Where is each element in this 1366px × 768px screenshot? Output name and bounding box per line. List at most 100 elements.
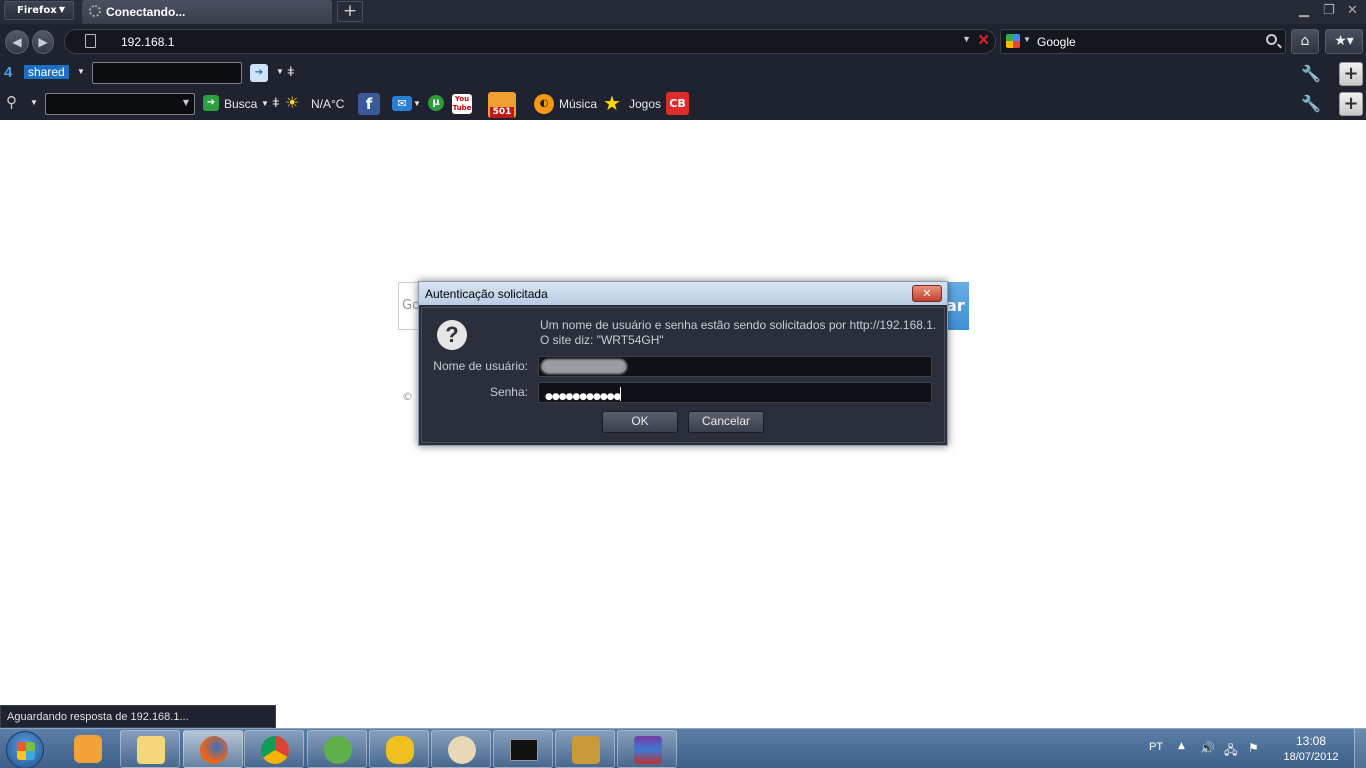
chrome-icon (261, 736, 289, 764)
restore-icon[interactable]: ❐ (1323, 3, 1335, 18)
youtube-icon[interactable]: You Tube (452, 94, 472, 114)
4shared-go-dropdown-icon[interactable]: ▼ (276, 67, 284, 76)
password-label: Senha: (489, 385, 528, 399)
facebook-icon[interactable]: f (358, 93, 380, 115)
forward-button[interactable]: ▶ (32, 30, 54, 54)
taskbar-file-explorer[interactable] (120, 730, 180, 768)
addon-search-input[interactable]: ▼ (45, 93, 195, 115)
taskbar-game[interactable] (555, 730, 615, 768)
url-history-dropdown-icon[interactable]: ▼ (962, 34, 971, 44)
windows-logo-icon (17, 742, 35, 760)
network-icon[interactable]: 🖧 (1224, 741, 1237, 762)
music-label[interactable]: Música (559, 97, 597, 111)
home-button[interactable]: ⌂ (1291, 29, 1319, 54)
media-player-icon (74, 735, 102, 763)
dialog-title-bar[interactable]: Autenticação solicitada ✕ (419, 282, 947, 305)
url-bar[interactable]: 192.168.1 ▼ ✕ (64, 29, 996, 54)
taskbar: PT ▲ 🔊 🖧 ⚑ 13:08 18/07/2012 (0, 728, 1366, 768)
ftp-client-icon (386, 736, 414, 764)
question-icon: ? (437, 320, 467, 350)
minimize-icon[interactable]: ▁ (1299, 3, 1309, 18)
toolbar-add-button[interactable]: + (1339, 92, 1363, 116)
firefox-menu-label: Firefox (17, 5, 57, 16)
winrar-icon (634, 736, 662, 764)
busca-label[interactable]: Busca (224, 97, 257, 111)
email-icon[interactable]: ✉ (392, 96, 412, 111)
games-label[interactable]: Jogos (629, 97, 661, 111)
email-counter-icon[interactable]: 501 (488, 92, 516, 118)
toolbar-add-button[interactable]: + (1339, 62, 1363, 86)
taskbar-winrar[interactable] (617, 730, 677, 768)
google-icon[interactable] (1006, 34, 1020, 48)
username-input[interactable] (538, 356, 932, 377)
star-icon[interactable]: ★ (603, 91, 621, 116)
search-engine-label: Google (1037, 35, 1076, 49)
4shared-toolbar: 4 shared ▼ ➔ ▼ ǂ 🔧 + (0, 59, 1366, 89)
weather-icon[interactable]: ☀ (285, 93, 299, 113)
loading-spinner-icon (89, 5, 101, 17)
ok-button[interactable]: OK (602, 411, 678, 433)
command-prompt-icon (510, 739, 538, 761)
bookmarks-button[interactable]: ★▾ (1325, 29, 1363, 54)
email-count-badge: 501 (490, 107, 514, 118)
show-desktop-button[interactable] (1354, 729, 1366, 768)
page-copyright: © (402, 390, 413, 403)
close-window-icon[interactable]: ✕ (1347, 3, 1358, 18)
4shared-go-icon[interactable]: ➔ (250, 64, 268, 82)
addon-search-dropdown-icon[interactable]: ▼ (183, 98, 189, 107)
search-bar[interactable]: ▼ Google (1000, 29, 1286, 54)
messenger-icon (324, 736, 352, 764)
utorrent-icon[interactable]: µ (428, 95, 444, 111)
tray-expand-icon[interactable]: ▲ (1178, 741, 1185, 751)
taskbar-paint[interactable] (431, 730, 491, 768)
music-icon[interactable]: ◐ (534, 94, 554, 114)
firefox-menu-button[interactable]: Firefox ▼ (4, 1, 74, 20)
4shared-logo[interactable]: shared (24, 65, 69, 79)
clock-time[interactable]: 13:08 (1282, 734, 1340, 748)
taskbar-command-prompt[interactable] (493, 730, 553, 768)
taskbar-chrome[interactable] (244, 730, 304, 768)
4shared-search-input[interactable] (92, 62, 242, 84)
action-center-flag-icon[interactable]: ⚑ (1248, 741, 1259, 755)
taskbar-media-player[interactable] (58, 730, 116, 768)
busca-icon[interactable]: ➔ (203, 95, 219, 111)
magnifier-icon[interactable]: ⚲ (6, 93, 17, 111)
volume-icon[interactable]: 🔊 (1200, 741, 1215, 755)
language-indicator[interactable]: PT (1149, 741, 1163, 753)
cb-icon[interactable]: CB (666, 92, 689, 115)
new-tab-button[interactable]: + (337, 1, 363, 22)
wrench-icon[interactable]: 🔧 (1301, 94, 1321, 113)
4shared-menu-dropdown-icon[interactable]: ▼ (77, 67, 85, 76)
start-button[interactable] (6, 731, 44, 768)
tab-bar: Firefox ▼ Conectando... + ▁ ❐ ✕ (0, 0, 1366, 24)
taskbar-firefox[interactable] (183, 730, 243, 768)
cancel-button[interactable]: Cancelar (688, 411, 764, 433)
paint-icon (448, 736, 476, 764)
search-icon[interactable] (1266, 34, 1277, 45)
taskbar-ftp-client[interactable] (369, 730, 429, 768)
dialog-message-line1: Um nome de usuário e senha estão sendo s… (540, 318, 937, 332)
dialog-title: Autenticação solicitada (425, 287, 548, 301)
weather-label[interactable]: N/A°C (311, 97, 344, 111)
clock-date[interactable]: 18/07/2012 (1276, 751, 1346, 763)
search-engine-dropdown-icon[interactable]: ▼ (1023, 35, 1031, 44)
username-redacted (541, 359, 627, 374)
browser-chrome: Firefox ▼ Conectando... + ▁ ❐ ✕ ◀ ▶ 192.… (0, 0, 1366, 120)
wrench-icon[interactable]: 🔧 (1301, 64, 1321, 83)
taskbar-messenger[interactable] (307, 730, 367, 768)
dialog-close-button[interactable]: ✕ (912, 285, 942, 302)
password-value: ●●●●●●●●●●● (545, 392, 621, 402)
busca-dropdown-icon[interactable]: ▼ (261, 99, 269, 108)
password-input[interactable]: ●●●●●●●●●●● (538, 382, 932, 403)
back-button[interactable]: ◀ (5, 30, 29, 54)
status-bar: Aguardando resposta de 192.168.1... (0, 705, 276, 728)
search-options-dropdown-icon[interactable]: ▼ (30, 98, 38, 107)
dialog-message-line2: O site diz: "WRT54GH" (540, 333, 664, 347)
email-dropdown-icon[interactable]: ▼ (413, 99, 421, 108)
stop-icon[interactable]: ✕ (977, 31, 990, 49)
username-label: Nome de usuário: (433, 359, 528, 373)
page-icon (85, 34, 96, 48)
tab-active[interactable]: Conectando... (82, 0, 332, 24)
addon-toolbar: ⚲ ▼ ▼ ➔ Busca ▼ ǂ ☀ N/A°C f ✉ ▼ µ You Tu… (0, 89, 1366, 119)
firefox-icon (200, 736, 228, 764)
